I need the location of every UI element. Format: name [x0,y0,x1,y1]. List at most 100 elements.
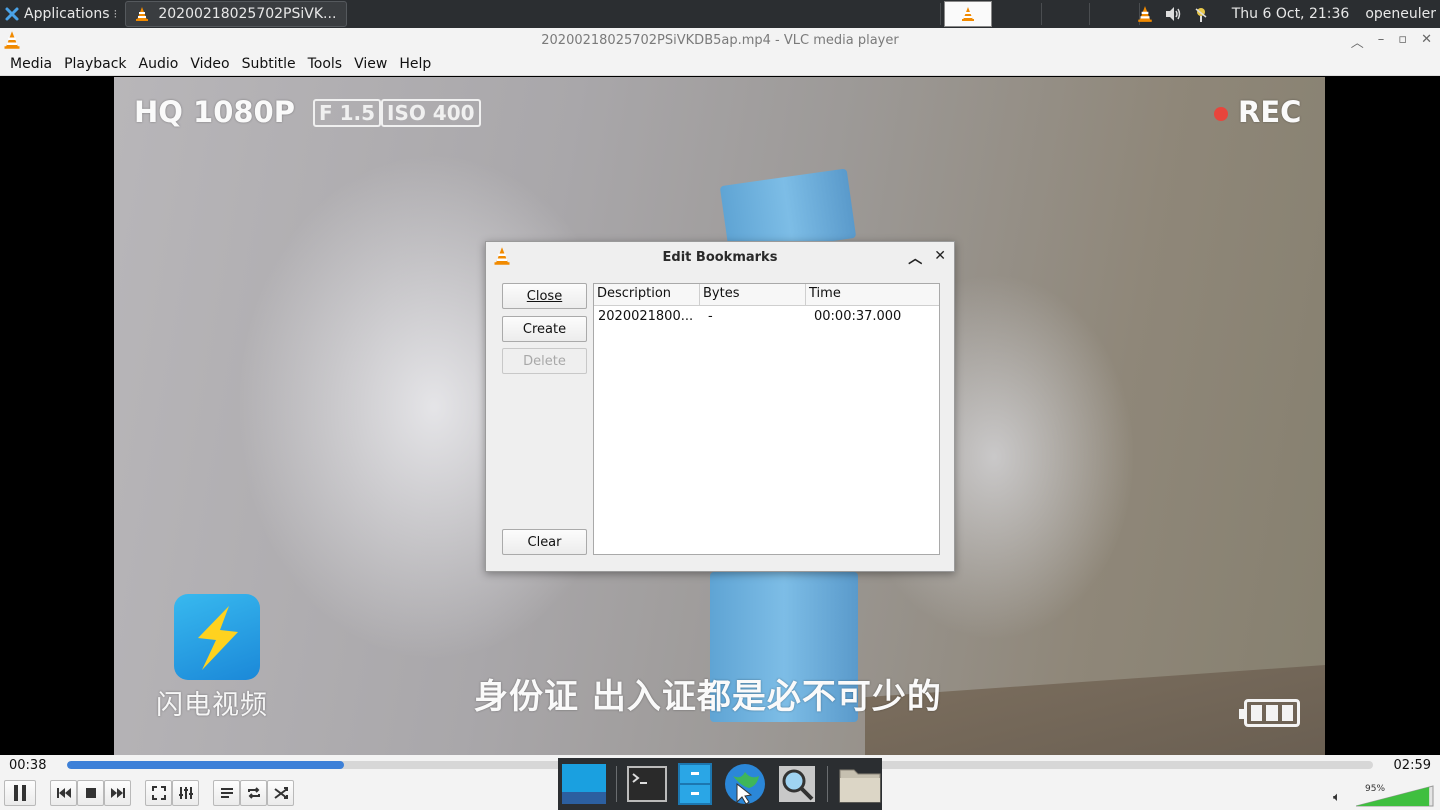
stop-button[interactable] [77,780,104,806]
menu-media[interactable]: Media [4,56,58,72]
battery-icon [1239,699,1300,727]
window-controls: ︿ – ▫ ✕ [1351,32,1432,51]
menu-arrow-icon: ⁝ [113,7,118,21]
speaker-volume-icon[interactable] [1164,5,1182,23]
dock-separator [827,766,829,802]
cell-bytes[interactable]: - [700,309,806,324]
volume-speaker-icon[interactable]: 🔈︎ [1333,790,1341,805]
menu-video[interactable]: Video [184,56,235,72]
workspace-3[interactable] [1089,3,1090,25]
menubar: Media Playback Audio Video Subtitle Tool… [0,52,1440,76]
bookmarks-table[interactable]: Description Bytes Time 2020021800... - 0… [593,283,940,555]
top-panel: Applications ⁝ 20200218025702PSiVK... Th… [0,0,1440,28]
home-folder-launcher[interactable] [838,761,882,807]
table-row[interactable]: 2020021800... - 00:00:37.000 [594,306,939,326]
minimize-icon[interactable]: – [1378,32,1385,51]
fullscreen-button[interactable] [145,780,172,806]
vlc-tray-icon[interactable] [1136,5,1154,23]
loop-button[interactable] [240,780,267,806]
dialog-titlebar: Edit Bookmarks ︿ ✕ [486,242,954,272]
cell-description[interactable]: 2020021800... [594,309,700,324]
shuffle-button[interactable] [267,780,294,806]
skip-forward-icon [110,788,125,798]
app-finder-launcher[interactable] [777,761,817,807]
vlc-titlebar: 20200218025702PSiVKDB5ap.mp4 - VLC media… [0,28,1440,52]
applications-label: Applications [24,6,110,22]
file-manager-launcher[interactable] [677,761,713,807]
column-bytes[interactable]: Bytes [700,284,806,305]
stop-icon [85,788,96,798]
vlc-cone-icon [4,31,20,49]
folder-icon [839,769,881,803]
taskbar-vlc-window[interactable]: 20200218025702PSiVK... [125,1,348,27]
cell-time[interactable]: 00:00:37.000 [806,309,939,324]
menu-view[interactable]: View [348,56,393,72]
clear-button[interactable]: Clear [502,529,587,555]
panel-separator [940,3,941,25]
menu-help[interactable]: Help [393,56,437,72]
workspace-1[interactable] [944,1,992,27]
close-icon[interactable]: ✕ [934,248,946,268]
chevron-up-icon[interactable]: ︿ [908,248,922,268]
edit-bookmarks-dialog: Edit Bookmarks ︿ ✕ Close Create Delete C… [485,241,955,572]
file-cabinet-icon [678,763,712,805]
clock[interactable]: Thu 6 Oct, 21:36 [1232,6,1350,22]
workspace-2[interactable] [1041,3,1042,25]
pause-icon [14,785,26,801]
window-title: 20200218025702PSiVKDB5ap.mp4 - VLC media… [541,32,899,48]
pause-button[interactable] [4,780,36,806]
volume-slider[interactable] [1356,785,1434,807]
rec-dot-icon [1214,107,1228,121]
previous-button[interactable] [50,780,77,806]
menu-tools[interactable]: Tools [302,56,349,72]
osd-rec: REC [1238,95,1302,129]
total-time[interactable]: 02:59 [1394,758,1431,773]
subtitle-text: 身份证 出入证都是必不可少的 [474,677,942,717]
dock [558,758,882,810]
delete-button: Delete [502,348,587,374]
osd-iso: ISO 400 [381,99,481,127]
column-description[interactable]: Description [594,284,700,305]
osd-fstop: F 1.5 [313,99,382,127]
menu-audio[interactable]: Audio [133,56,185,72]
extended-settings-button[interactable] [172,780,199,806]
seek-progress [67,761,344,769]
watermark-text: 闪电视频 [156,690,268,721]
dock-separator [616,766,617,802]
vlc-cone-icon [136,7,149,21]
globe-icon [725,764,766,805]
menu-playback[interactable]: Playback [58,56,132,72]
column-time[interactable]: Time [806,284,939,305]
terminal-icon [626,766,667,802]
equalizer-icon [178,787,193,799]
xfce-logo-icon [5,7,19,21]
lightning-logo-icon [174,594,260,680]
elapsed-time[interactable]: 00:38 [9,758,46,773]
network-icon[interactable] [1192,5,1210,23]
system-tray: Thu 6 Oct, 21:36 openeuler [1136,0,1440,28]
close-icon[interactable]: ✕ [1421,32,1432,51]
skip-back-icon [56,788,71,798]
vlc-cone-icon [962,7,974,21]
playlist-icon [220,788,233,798]
playlist-button[interactable] [213,780,240,806]
show-desktop-button[interactable] [562,761,606,807]
terminal-launcher[interactable] [626,761,667,807]
maximize-icon[interactable]: ▫ [1398,32,1407,51]
close-button[interactable]: Close [502,283,587,309]
web-browser-launcher[interactable] [723,761,767,807]
dialog-title: Edit Bookmarks [662,249,778,265]
create-button[interactable]: Create [502,316,587,342]
table-header: Description Bytes Time [594,284,939,306]
next-button[interactable] [104,780,131,806]
loop-icon [247,787,260,799]
menu-subtitle[interactable]: Subtitle [236,56,302,72]
shuffle-icon [273,787,288,799]
magnifier-icon [779,766,816,802]
fullscreen-icon [151,786,166,800]
user-name[interactable]: openeuler [1365,6,1436,22]
desktop-icon [562,764,606,804]
vlc-cone-icon [494,247,510,265]
chevron-up-icon[interactable]: ︿ [1351,32,1364,51]
applications-menu[interactable]: Applications ⁝ [0,0,123,28]
